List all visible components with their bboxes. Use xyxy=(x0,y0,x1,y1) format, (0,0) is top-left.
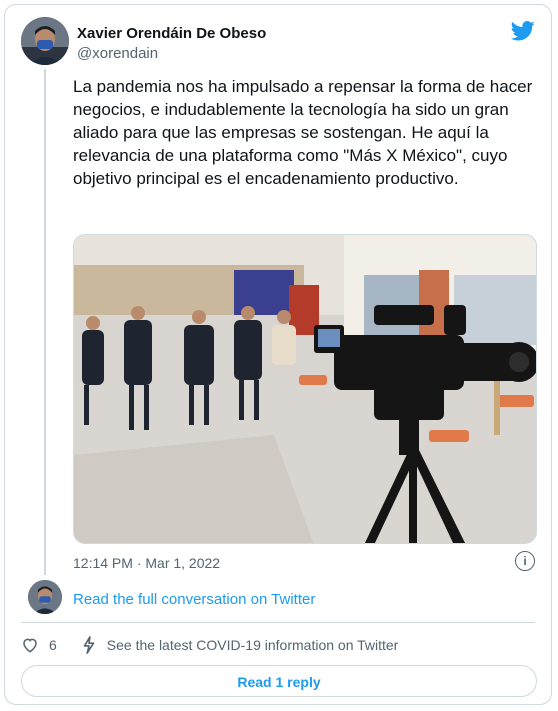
read-conversation-link[interactable]: Read the full conversation on Twitter xyxy=(73,591,315,608)
tweet-photo[interactable] xyxy=(73,234,537,544)
tweet-timestamp[interactable]: 12:14 PM · Mar 1, 2022 xyxy=(73,555,220,571)
lightning-icon xyxy=(83,636,95,654)
read-replies-button[interactable]: Read 1 reply xyxy=(21,665,537,697)
info-icon[interactable]: i xyxy=(515,551,535,571)
covid-info-text: See the latest COVID-19 information on T… xyxy=(106,637,399,653)
thread-connector-line xyxy=(44,69,46,575)
author-handle[interactable]: @xorendain xyxy=(77,45,158,62)
heart-icon xyxy=(23,638,37,653)
twitter-bird-icon[interactable] xyxy=(511,21,535,41)
author-name[interactable]: Xavier Orendáin De Obeso xyxy=(77,25,266,42)
like-count: 6 xyxy=(49,637,57,653)
divider xyxy=(21,622,535,623)
like-button[interactable]: 6 xyxy=(21,636,57,654)
tweet-text: La pandemia nos ha impulsado a repensar … xyxy=(73,77,533,188)
action-row: 6 See the latest COVID-19 information on… xyxy=(21,633,537,657)
author-avatar[interactable] xyxy=(21,17,69,65)
conversation-avatar[interactable] xyxy=(28,580,62,614)
tweet-embed-card: Xavier Orendáin De Obeso @xorendain La p… xyxy=(4,4,552,705)
covid-info-link[interactable]: See the latest COVID-19 information on T… xyxy=(81,636,399,654)
